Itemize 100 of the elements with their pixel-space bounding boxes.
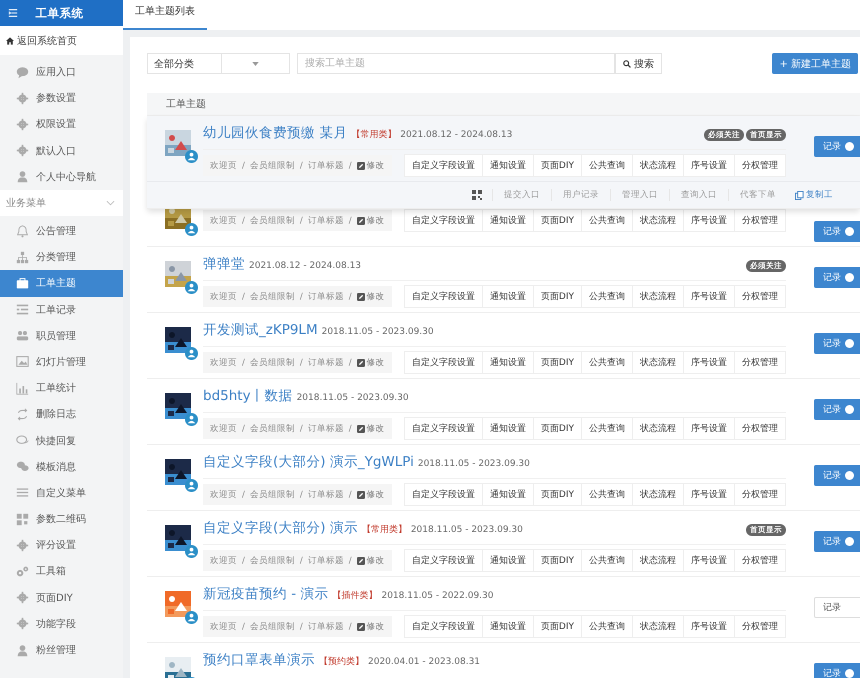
sidebar-item[interactable]: 功能字段: [0, 610, 123, 637]
edit-link[interactable]: 修改: [356, 160, 385, 172]
record-toggle[interactable]: 记录: [814, 221, 860, 242]
settings-button[interactable]: 序号设置: [684, 155, 735, 176]
settings-button[interactable]: 状态流程: [633, 155, 684, 176]
date-range: 2021.08.12 - 2024.08.13: [400, 130, 512, 140]
sidebar-item[interactable]: 自定义菜单: [0, 480, 123, 506]
sidebar-item[interactable]: 粉丝管理: [0, 636, 123, 664]
separator: /: [348, 160, 352, 170]
qr-code-icon[interactable]: [472, 190, 482, 200]
separator: /: [242, 556, 245, 566]
edit-link[interactable]: 修改: [356, 554, 385, 566]
list-icon: [16, 303, 29, 316]
tab[interactable]: 工单主题列表: [123, 4, 207, 30]
caret-icon: [252, 62, 259, 66]
sidebar-item[interactable]: 删除日志: [0, 401, 123, 428]
topic-title[interactable]: 预约口罩表单演示: [203, 651, 315, 669]
topic-title[interactable]: bd5hty丨数据: [203, 387, 293, 405]
edit-icon: [356, 490, 365, 498]
section-header[interactable]: 业务菜单: [0, 190, 123, 216]
record-toggle[interactable]: 记录: [814, 333, 860, 354]
topic-title[interactable]: 自定义字段(大部分) 演示: [203, 519, 358, 537]
date-range: 2020.04.01 - 2023.08.31: [368, 657, 480, 667]
separator: /: [300, 556, 303, 566]
user-badge-icon: [185, 223, 198, 236]
edit-link[interactable]: 修改: [356, 356, 385, 368]
grid-icon: [16, 512, 29, 526]
sidebar-item[interactable]: 评分设置: [0, 532, 123, 558]
settings-button[interactable]: 自定义字段设置: [404, 155, 483, 176]
sidebar-item[interactable]: 分类管理: [0, 244, 123, 270]
separator: /: [242, 160, 245, 170]
topic-title[interactable]: 自定义字段(大部分) 演示_YgWLPi: [203, 453, 414, 471]
edit-link[interactable]: 修改: [356, 422, 385, 434]
separator: /: [300, 490, 303, 500]
edit-link[interactable]: 修改: [356, 214, 385, 226]
edit-link[interactable]: 修改: [356, 620, 385, 632]
sidebar-item[interactable]: 参数二维码: [0, 506, 123, 532]
separator: /: [348, 358, 352, 368]
category-tag: 【常用类】: [362, 523, 407, 536]
record-toggle[interactable]: 记录: [814, 136, 860, 157]
separator: /: [300, 424, 303, 434]
briefcase-icon: [16, 276, 29, 290]
chevron-icon: [106, 200, 115, 206]
menu-icon[interactable]: [8, 8, 18, 18]
separator: /: [348, 490, 352, 500]
sidebar-item[interactable]: 幻灯片管理: [0, 348, 123, 376]
copy-link[interactable]: 复制工: [787, 189, 833, 201]
edit-link[interactable]: 修改: [356, 488, 385, 500]
category-dropdown[interactable]: 全部分类: [147, 53, 290, 74]
sidebar-item[interactable]: 参数设置: [0, 85, 123, 112]
edit-link[interactable]: 修改: [356, 290, 385, 302]
separator: /: [242, 424, 245, 434]
separator: /: [348, 216, 352, 226]
date-range: 2018.11.05 - 2023.09.30: [296, 393, 409, 403]
settings-button[interactable]: 通知设置: [482, 155, 534, 176]
sidebar-item[interactable]: 工单记录: [0, 296, 123, 323]
topic-title[interactable]: 幼儿园伙食费预缴 某月: [203, 124, 348, 142]
app-title: 工单系统: [34, 6, 84, 20]
sidebar-item[interactable]: 个人中心导航: [0, 164, 123, 190]
sidebar-item[interactable]: 应用入口: [0, 59, 123, 86]
record-toggle[interactable]: 记录: [814, 267, 860, 288]
date-range: 2018.11.05 - 2023.09.30: [322, 327, 434, 337]
record-toggle[interactable]: 记录: [814, 663, 860, 678]
record-toggle[interactable]: 记录: [814, 465, 860, 486]
sidebar-item[interactable]: 公告管理: [0, 218, 123, 244]
chat-icon: [16, 66, 29, 79]
record-toggle[interactable]: 记录: [814, 597, 860, 618]
separator: /: [348, 622, 352, 632]
separator: /: [300, 622, 303, 632]
separator: /: [348, 424, 352, 434]
record-toggle[interactable]: 记录: [814, 399, 860, 420]
settings-button[interactable]: 页面DIY: [534, 155, 582, 176]
new-topic-button[interactable]: + 新建工单主题: [772, 53, 858, 74]
record-toggle[interactable]: 记录: [814, 531, 860, 552]
user-icon: [16, 644, 29, 657]
sidebar-item[interactable]: 快捷回复: [0, 427, 123, 454]
sidebar-item[interactable]: 权限设置: [0, 111, 123, 138]
category-tag: 【预约类】: [319, 655, 364, 668]
hierarchy-icon: [16, 250, 29, 264]
search-input[interactable]: 搜索工单主题: [298, 54, 614, 73]
home-link[interactable]: 返回系统首页: [0, 26, 123, 55]
sidebar-item[interactable]: 默认入口: [0, 138, 123, 164]
search-button[interactable]: 搜索: [615, 53, 662, 74]
sidebar-item[interactable]: 工单主题: [0, 270, 123, 296]
sidebar-item[interactable]: 工单统计: [0, 375, 123, 402]
sidebar-item[interactable]: 页面DIY: [0, 584, 123, 611]
settings-button[interactable]: 分权管理: [735, 155, 785, 176]
sidebar-item[interactable]: 职员管理: [0, 322, 123, 349]
menu-icon: [16, 486, 29, 500]
topic-title[interactable]: 开发测试_zKP9LM: [203, 321, 318, 339]
column-header: 工单主题: [147, 93, 860, 116]
settings-button[interactable]: 公共查询: [582, 155, 633, 176]
user-icon: [16, 170, 29, 184]
sidebar-item[interactable]: 模板消息: [0, 454, 123, 480]
topic-title[interactable]: 新冠疫苗预约 - 演示: [203, 585, 328, 603]
topic-title[interactable]: 弹弹堂: [203, 255, 245, 273]
sidebar-item[interactable]: 工具箱: [0, 558, 123, 585]
users-icon: [16, 329, 29, 342]
separator: /: [242, 622, 245, 632]
date-range: 2018.11.05 - 2022.09.30: [381, 591, 494, 601]
